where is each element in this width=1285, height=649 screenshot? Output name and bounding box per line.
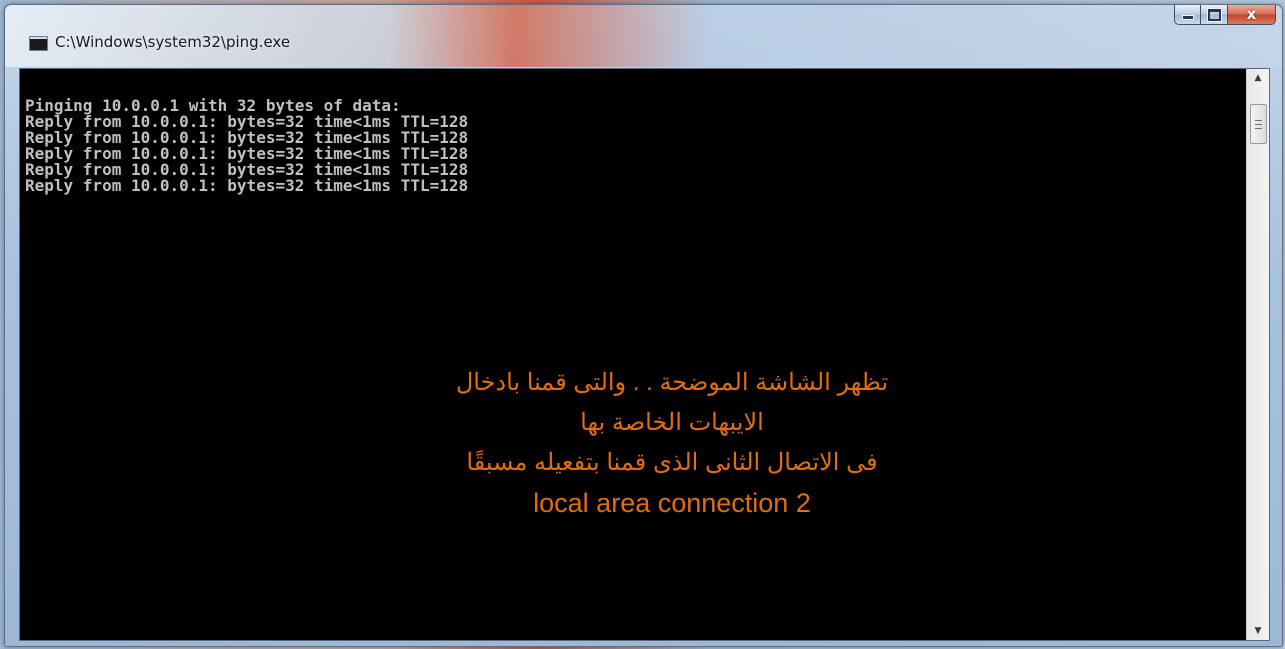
window-title: C:\Windows\system32\ping.exe	[55, 33, 291, 51]
grip-icon	[1255, 119, 1262, 129]
minimize-icon	[1181, 15, 1194, 20]
annotation-text: تظهر الشاشة الموضحة . . والتى قمنا بادخا…	[392, 363, 952, 523]
annotation-line: تظهر الشاشة الموضحة . . والتى قمنا بادخا…	[455, 369, 889, 396]
minimize-button[interactable]	[1174, 5, 1201, 25]
close-button[interactable]: x	[1228, 5, 1276, 25]
annotation-line: الايبهات الخاصة بها	[580, 409, 764, 436]
close-icon: x	[1246, 5, 1257, 23]
caption-buttons: x	[1174, 5, 1276, 25]
scrollbar-thumb[interactable]	[1250, 104, 1267, 144]
annotation-line: فى الاتصال الثانى الذى قمنا بتفعيله مسبق…	[466, 449, 878, 476]
console-app-icon[interactable]	[29, 36, 48, 51]
maximize-icon	[1207, 8, 1221, 21]
maximize-button[interactable]	[1201, 5, 1228, 25]
vertical-scrollbar[interactable]: ▲ ▼	[1246, 69, 1269, 640]
console-line: Reply from 10.0.0.1: bytes=32 time<1ms T…	[25, 176, 469, 195]
console-window: C:\Windows\system32\ping.exe x Pinging 1…	[4, 4, 1283, 647]
annotation-line: local area connection 2	[533, 488, 811, 518]
scroll-down-arrow-icon[interactable]: ▼	[1247, 622, 1269, 640]
scroll-up-arrow-icon[interactable]: ▲	[1247, 69, 1269, 87]
console-text: Pinging 10.0.0.1 with 32 bytes of data: R…	[25, 98, 1235, 194]
console-output-area[interactable]: Pinging 10.0.0.1 with 32 bytes of data: R…	[19, 68, 1270, 641]
title-bar[interactable]: C:\Windows\system32\ping.exe x	[5, 5, 1282, 67]
